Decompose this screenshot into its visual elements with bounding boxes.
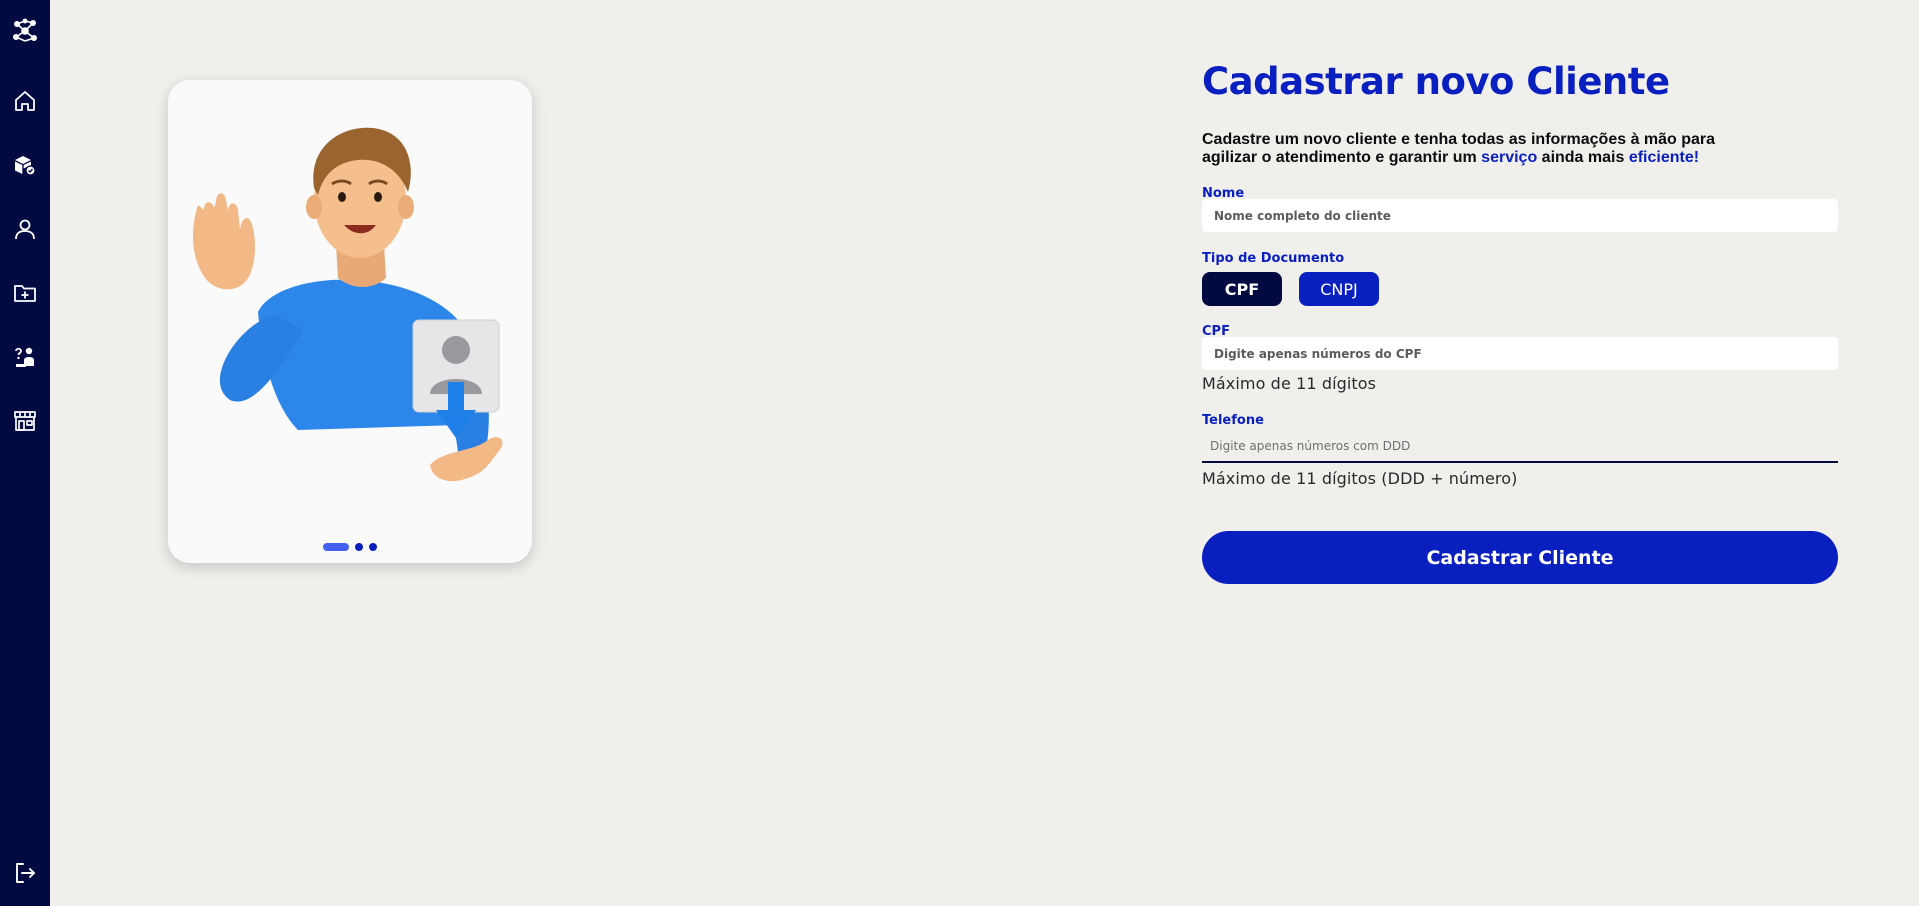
sidebar	[0, 0, 50, 906]
carousel-indicators	[168, 543, 532, 551]
cpf-input[interactable]	[1202, 337, 1838, 370]
illustration-carousel	[168, 80, 532, 563]
doc-type-cnpj-button[interactable]: CNPJ	[1299, 272, 1379, 306]
cpf-hint: Máximo de 11 dígitos	[1202, 374, 1377, 393]
home-icon[interactable]	[0, 79, 50, 123]
network-logo-icon[interactable]	[0, 9, 50, 53]
page-title: Cadastrar novo Cliente	[1202, 60, 1670, 103]
doc-type-cpf-button[interactable]: CPF	[1202, 272, 1282, 306]
doc-type-label: Tipo de Documento	[1202, 251, 1345, 266]
store-icon[interactable]	[0, 399, 50, 443]
logout-icon[interactable]	[0, 851, 50, 895]
description-text-2: ainda mais	[1537, 149, 1629, 166]
page-description: Cadastre um novo cliente e tenha todas a…	[1202, 131, 1762, 167]
products-icon[interactable]	[0, 143, 50, 187]
phone-hint: Máximo de 11 dígitos (DDD + número)	[1202, 469, 1518, 488]
description-highlight-efficient: eficiente!	[1628, 149, 1700, 166]
submit-client-button[interactable]: Cadastrar Cliente	[1202, 531, 1838, 584]
carousel-dot-2[interactable]	[355, 543, 363, 551]
person-waving-illustration	[193, 127, 503, 482]
folder-add-icon[interactable]	[0, 271, 50, 315]
name-input[interactable]	[1202, 199, 1838, 232]
user-icon[interactable]	[0, 207, 50, 251]
description-highlight-service: serviço	[1481, 149, 1538, 166]
support-icon[interactable]	[0, 335, 50, 379]
phone-input[interactable]	[1202, 430, 1838, 463]
carousel-dot-1[interactable]	[323, 543, 349, 551]
carousel-dot-3[interactable]	[369, 543, 377, 551]
phone-label: Telefone	[1202, 413, 1264, 428]
